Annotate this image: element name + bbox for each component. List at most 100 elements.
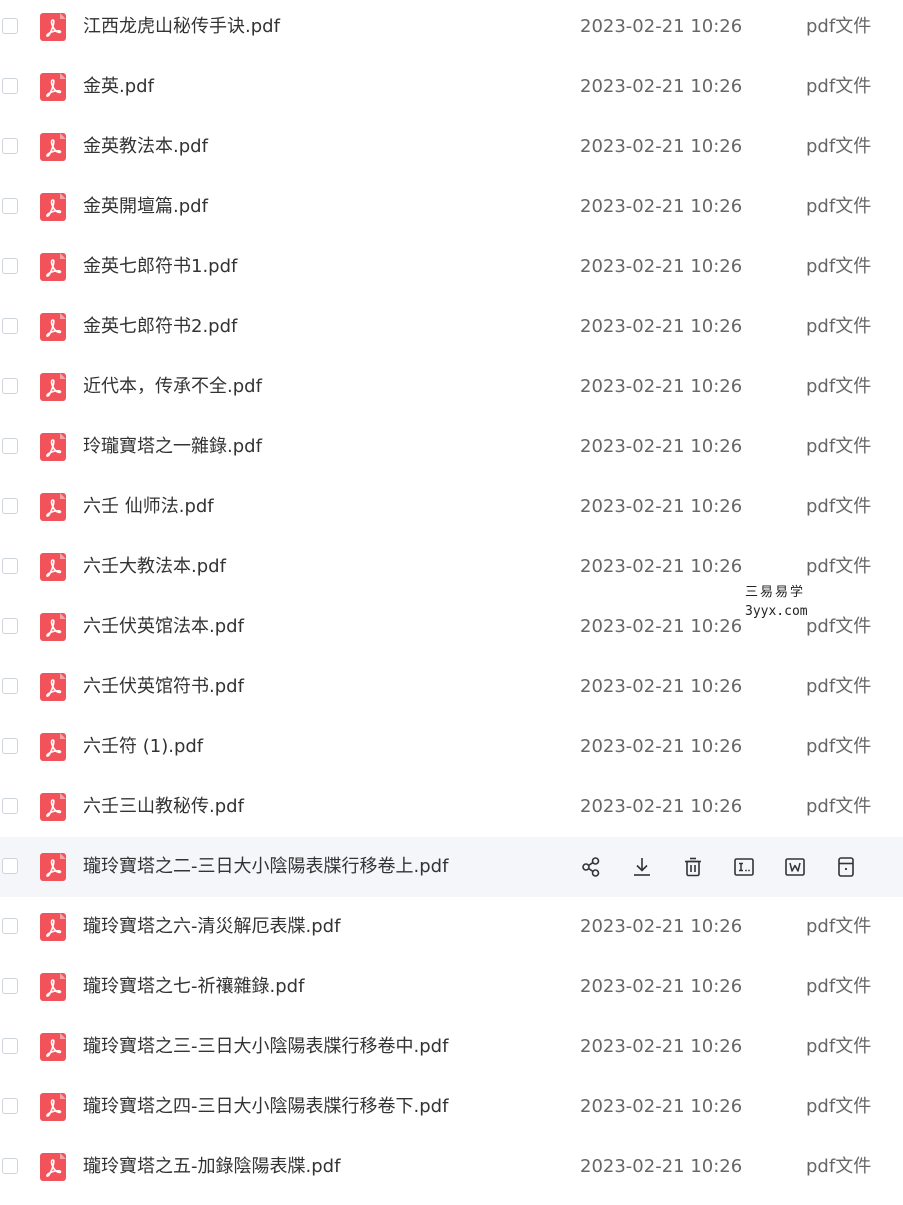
modified-date: 2023-02-21 10:26: [580, 376, 743, 397]
row-checkbox[interactable]: [2, 858, 18, 874]
file-name[interactable]: 金英.pdf: [83, 57, 154, 117]
file-name[interactable]: 六壬伏英馆符书.pdf: [83, 657, 244, 717]
pdf-file-icon: [40, 673, 66, 701]
file-type: pdf文件: [806, 796, 872, 817]
file-name[interactable]: 六壬三山教秘传.pdf: [83, 777, 244, 837]
file-name[interactable]: 瓏玲寶塔之四-三日大小陰陽表牒行移卷下.pdf: [83, 1077, 448, 1137]
file-name[interactable]: 瓏玲寶塔之五-加錄陰陽表牒.pdf: [83, 1137, 340, 1197]
file-row[interactable]: 瓏玲寶塔之七-祈禳雜錄.pdf 2023-02-21 10:26 pdf文件: [0, 957, 903, 1017]
file-name[interactable]: 近代本，传承不全.pdf: [83, 357, 262, 417]
download-icon[interactable]: [631, 856, 653, 878]
file-name[interactable]: 金英教法本.pdf: [83, 117, 208, 177]
file-row[interactable]: 金英七郎符书2.pdf 2023-02-21 10:26 pdf文件: [0, 297, 903, 357]
file-type: pdf文件: [806, 136, 872, 157]
modified-date: 2023-02-21 10:26: [580, 1096, 743, 1117]
file-name[interactable]: 江西龙虎山秘传手诀.pdf: [83, 0, 280, 57]
file-row[interactable]: 瓏玲寶塔之五-加錄陰陽表牒.pdf 2023-02-21 10:26 pdf文件: [0, 1137, 903, 1197]
rename-icon[interactable]: [733, 856, 755, 878]
modified-date: 2023-02-21 10:26: [580, 1036, 743, 1057]
modified-date: 2023-02-21 10:26: [580, 196, 743, 217]
row-checkbox[interactable]: [2, 678, 18, 694]
file-row[interactable]: 六壬 仙师法.pdf 2023-02-21 10:26 pdf文件: [0, 477, 903, 537]
file-name[interactable]: 六壬伏英馆法本.pdf: [83, 597, 244, 657]
share-icon[interactable]: [580, 856, 602, 878]
row-checkbox[interactable]: [2, 1038, 18, 1054]
row-checkbox[interactable]: [2, 78, 18, 94]
file-name[interactable]: 金英七郎符书2.pdf: [83, 297, 237, 357]
file-row[interactable]: 金英教法本.pdf 2023-02-21 10:26 pdf文件: [0, 117, 903, 177]
file-type: pdf文件: [806, 496, 872, 517]
file-type: pdf文件: [806, 1156, 872, 1177]
file-type: pdf文件: [806, 976, 872, 997]
modified-date: 2023-02-21 10:26: [580, 496, 743, 517]
pdf-file-icon: [40, 313, 66, 341]
row-checkbox[interactable]: [2, 18, 18, 34]
delete-icon[interactable]: [682, 856, 704, 878]
modified-date: 2023-02-21 10:26: [580, 316, 743, 337]
watermark-line1: 三易易学: [745, 585, 806, 600]
convert-word-icon[interactable]: [784, 856, 806, 878]
pdf-file-icon: [40, 613, 66, 641]
watermark-line2: 3yyx.com: [745, 604, 808, 619]
modified-date: 2023-02-21 10:26: [580, 136, 743, 157]
file-row[interactable]: 近代本，传承不全.pdf 2023-02-21 10:26 pdf文件: [0, 357, 903, 417]
file-row[interactable]: 金英.pdf 2023-02-21 10:26 pdf文件: [0, 57, 903, 117]
file-name[interactable]: 瓏玲寶塔之三-三日大小陰陽表牒行移卷中.pdf: [83, 1017, 448, 1077]
file-type: pdf文件: [806, 436, 872, 457]
details-icon[interactable]: [835, 856, 857, 878]
file-name[interactable]: 瓏玲寶塔之七-祈禳雜錄.pdf: [83, 957, 304, 1017]
pdf-file-icon: [40, 133, 66, 161]
modified-date: 2023-02-21 10:26: [580, 736, 743, 757]
file-row[interactable]: 六壬三山教秘传.pdf 2023-02-21 10:26 pdf文件: [0, 777, 903, 837]
row-checkbox[interactable]: [2, 918, 18, 934]
row-checkbox[interactable]: [2, 258, 18, 274]
file-row[interactable]: 瓏玲寶塔之四-三日大小陰陽表牒行移卷下.pdf 2023-02-21 10:26 p…: [0, 1077, 903, 1137]
pdf-file-icon: [40, 1153, 66, 1181]
modified-date: 2023-02-21 10:26: [580, 916, 743, 937]
file-row[interactable]: 江西龙虎山秘传手诀.pdf 2023-02-21 10:26 pdf文件: [0, 0, 903, 57]
file-type: pdf文件: [806, 676, 872, 697]
row-checkbox[interactable]: [2, 1158, 18, 1174]
file-row[interactable]: 瓏玲寶塔之六-清災解厄表牒.pdf 2023-02-21 10:26 pdf文件: [0, 897, 903, 957]
modified-date: 2023-02-21 10:26: [580, 1156, 743, 1177]
row-checkbox[interactable]: [2, 558, 18, 574]
file-type: pdf文件: [806, 556, 872, 577]
pdf-file-icon: [40, 913, 66, 941]
file-name[interactable]: 玲瓏寶塔之一雜錄.pdf: [83, 417, 262, 477]
file-name[interactable]: 瓏玲寶塔之六-清災解厄表牒.pdf: [83, 897, 340, 957]
row-checkbox[interactable]: [2, 798, 18, 814]
file-type: pdf文件: [806, 196, 872, 217]
row-checkbox[interactable]: [2, 438, 18, 454]
file-name[interactable]: 金英開壇篇.pdf: [83, 177, 208, 237]
row-checkbox[interactable]: [2, 378, 18, 394]
file-name[interactable]: 六壬符 (1).pdf: [83, 717, 203, 777]
file-name[interactable]: 六壬 仙师法.pdf: [83, 477, 214, 537]
file-type: pdf文件: [806, 76, 872, 97]
file-row[interactable]: 金英七郎符书1.pdf 2023-02-21 10:26 pdf文件: [0, 237, 903, 297]
file-type: pdf文件: [806, 376, 872, 397]
file-name[interactable]: 金英七郎符书1.pdf: [83, 237, 237, 297]
file-row[interactable]: 金英開壇篇.pdf 2023-02-21 10:26 pdf文件: [0, 177, 903, 237]
modified-date: 2023-02-21 10:26: [580, 556, 743, 577]
file-row[interactable]: 玲瓏寶塔之一雜錄.pdf 2023-02-21 10:26 pdf文件: [0, 417, 903, 477]
file-name[interactable]: 瓏玲寶塔之二-三日大小陰陽表牒行移卷上.pdf: [83, 837, 448, 897]
file-row[interactable]: 六壬伏英馆符书.pdf 2023-02-21 10:26 pdf文件: [0, 657, 903, 717]
watermark: 三易易学 3yyx.com: [742, 582, 811, 622]
file-row[interactable]: 瓏玲寶塔之三-三日大小陰陽表牒行移卷中.pdf 2023-02-21 10:26 p…: [0, 1017, 903, 1077]
row-checkbox[interactable]: [2, 138, 18, 154]
row-checkbox[interactable]: [2, 618, 18, 634]
file-row[interactable]: 瓏玲寶塔之二-三日大小陰陽表牒行移卷上.pdf: [0, 837, 903, 897]
pdf-file-icon: [40, 1033, 66, 1061]
file-row[interactable]: 六壬符 (1).pdf 2023-02-21 10:26 pdf文件: [0, 717, 903, 777]
pdf-file-icon: [40, 373, 66, 401]
row-checkbox[interactable]: [2, 978, 18, 994]
file-name[interactable]: 六壬大教法本.pdf: [83, 537, 226, 597]
modified-date: 2023-02-21 10:26: [580, 256, 743, 277]
row-checkbox[interactable]: [2, 498, 18, 514]
row-checkbox[interactable]: [2, 198, 18, 214]
pdf-file-icon: [40, 793, 66, 821]
pdf-file-icon: [40, 493, 66, 521]
row-checkbox[interactable]: [2, 1098, 18, 1114]
row-checkbox[interactable]: [2, 318, 18, 334]
row-checkbox[interactable]: [2, 738, 18, 754]
